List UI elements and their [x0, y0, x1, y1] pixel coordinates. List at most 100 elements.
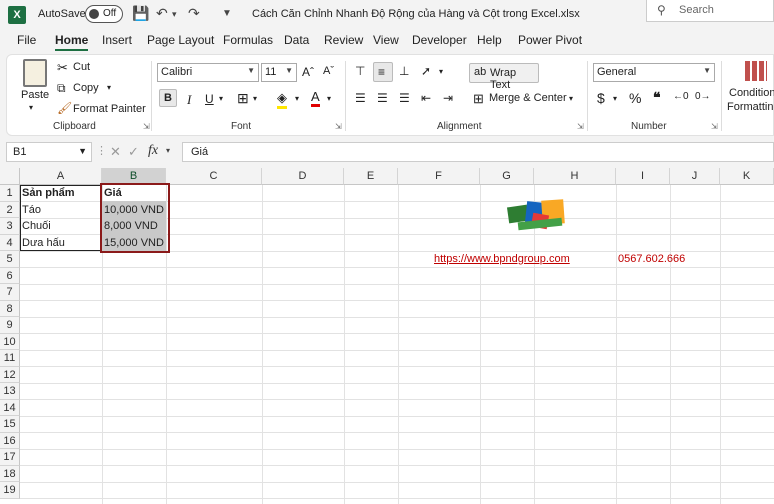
cut-button[interactable]: Cut: [73, 61, 90, 73]
fill-color-icon[interactable]: ◈: [277, 90, 287, 109]
increase-decimal-icon[interactable]: ←0: [673, 91, 689, 102]
cell-a1[interactable]: Sản phẩm: [20, 185, 102, 201]
formula-input[interactable]: Giá: [182, 142, 774, 162]
fill-dropdown-icon[interactable]: ▾: [295, 94, 299, 103]
orientation-icon[interactable]: ➚: [421, 64, 431, 78]
customize-toolbar-icon[interactable]: ▼: [222, 8, 232, 19]
conditional-formatting-icon[interactable]: [745, 61, 767, 81]
align-bottom-icon[interactable]: ⊥: [399, 64, 409, 78]
undo-dropdown-icon[interactable]: ▾: [172, 9, 177, 20]
column-header-i[interactable]: I: [616, 168, 670, 185]
column-header-h[interactable]: H: [534, 168, 616, 185]
decrease-indent-icon[interactable]: ⇤: [421, 91, 431, 105]
column-header-d[interactable]: D: [262, 168, 344, 185]
row-header-16[interactable]: 16: [0, 432, 20, 449]
row-header-14[interactable]: 14: [0, 399, 20, 416]
autosave-toggle[interactable]: Off: [85, 5, 123, 23]
tab-home[interactable]: Home: [55, 33, 89, 51]
column-header-k[interactable]: K: [720, 168, 774, 185]
tab-insert[interactable]: Insert: [102, 33, 132, 47]
align-center-icon[interactable]: ☰: [377, 91, 388, 105]
row-header-10[interactable]: 10: [0, 333, 20, 350]
chevron-down-icon[interactable]: ▾: [166, 146, 170, 155]
undo-icon[interactable]: ↶: [156, 5, 168, 22]
underline-dropdown-icon[interactable]: ▾: [219, 94, 223, 103]
underline-button[interactable]: U: [205, 92, 214, 106]
row-header-17[interactable]: 17: [0, 449, 20, 466]
row-header-3[interactable]: 3: [0, 218, 20, 235]
paste-dropdown-icon[interactable]: ▾: [29, 103, 33, 112]
tab-file[interactable]: File: [17, 33, 36, 47]
clipboard-launcher-icon[interactable]: ⇲: [143, 122, 150, 131]
copy-button[interactable]: Copy: [73, 82, 99, 94]
increase-font-icon[interactable]: Aˆ: [302, 65, 314, 79]
row-header-5[interactable]: 5: [0, 251, 20, 268]
font-size-select[interactable]: 11 ▼: [261, 63, 297, 82]
orientation-dropdown-icon[interactable]: ▾: [439, 67, 443, 76]
copy-dropdown-icon[interactable]: ▾: [107, 83, 111, 92]
cancel-icon[interactable]: ✕: [110, 144, 121, 160]
align-top-icon[interactable]: ⊤: [355, 64, 365, 78]
tab-developer[interactable]: Developer: [412, 33, 467, 47]
row-header-4[interactable]: 4: [0, 234, 20, 251]
website-link[interactable]: https://www.bpndgroup.com: [432, 251, 570, 267]
alignment-launcher-icon[interactable]: ⇲: [577, 122, 584, 131]
tab-data[interactable]: Data: [284, 33, 309, 47]
tab-help[interactable]: Help: [477, 33, 502, 47]
cell-a3[interactable]: Chuối: [20, 218, 102, 234]
row-header-11[interactable]: 11: [0, 350, 20, 367]
conditional-formatting-label-1[interactable]: Condition: [729, 87, 774, 99]
tab-view[interactable]: View: [373, 33, 399, 47]
row-header-19[interactable]: 19: [0, 482, 20, 499]
number-format-select[interactable]: General ▼: [593, 63, 715, 82]
column-header-c[interactable]: C: [166, 168, 262, 185]
column-header-f[interactable]: F: [398, 168, 480, 185]
tab-review[interactable]: Review: [324, 33, 363, 47]
format-painter-button[interactable]: Format Painter: [73, 103, 146, 115]
insert-function-icon[interactable]: fx: [148, 143, 158, 159]
cell-a4[interactable]: Dưa hấu: [20, 235, 102, 251]
percent-icon[interactable]: %: [629, 90, 641, 106]
column-header-e[interactable]: E: [344, 168, 398, 185]
row-header-2[interactable]: 2: [0, 201, 20, 218]
decrease-decimal-icon[interactable]: 0→: [695, 91, 711, 102]
currency-icon[interactable]: $: [597, 90, 605, 106]
worksheet-grid[interactable]: A B C D E F G H I J K 1 2 3 4 5 6 7 8 9 …: [0, 168, 774, 504]
align-middle-button[interactable]: ≡: [373, 62, 393, 82]
cell-a2[interactable]: Táo: [20, 202, 102, 218]
font-color-icon[interactable]: A: [311, 89, 320, 107]
font-name-select[interactable]: Calibri ▼: [157, 63, 259, 82]
merge-center-button[interactable]: Merge & Center: [489, 92, 567, 104]
name-box[interactable]: B1 ▼: [6, 142, 92, 162]
column-header-g[interactable]: G: [480, 168, 534, 185]
comma-style-icon[interactable]: ❝: [653, 89, 661, 106]
phone-number[interactable]: 0567.602.666: [616, 251, 685, 267]
redo-icon[interactable]: ↷: [188, 5, 200, 22]
row-header-18[interactable]: 18: [0, 465, 20, 482]
bold-button[interactable]: B: [159, 89, 177, 107]
font-color-dropdown-icon[interactable]: ▾: [327, 94, 331, 103]
font-launcher-icon[interactable]: ⇲: [335, 122, 342, 131]
italic-button[interactable]: I: [187, 92, 191, 108]
tab-formulas[interactable]: Formulas: [223, 33, 273, 47]
conditional-formatting-label-2[interactable]: Formatting: [727, 101, 774, 113]
row-header-8[interactable]: 8: [0, 300, 20, 317]
row-header-9[interactable]: 9: [0, 317, 20, 334]
row-header-13[interactable]: 13: [0, 383, 20, 400]
search-box[interactable]: ⚲ Search: [646, 0, 774, 22]
tab-page-layout[interactable]: Page Layout: [147, 33, 214, 47]
row-header-1[interactable]: 1: [0, 185, 20, 202]
wrap-text-button[interactable]: ab Wrap Text: [469, 63, 539, 91]
decrease-font-icon[interactable]: Aˇ: [323, 65, 334, 77]
number-launcher-icon[interactable]: ⇲: [711, 122, 718, 131]
row-header-6[interactable]: 6: [0, 267, 20, 284]
row-header-12[interactable]: 12: [0, 366, 20, 383]
select-all-corner[interactable]: [0, 168, 20, 185]
row-header-7[interactable]: 7: [0, 284, 20, 301]
column-header-a[interactable]: A: [20, 168, 102, 185]
align-right-icon[interactable]: ☰: [399, 91, 410, 105]
merge-dropdown-icon[interactable]: ▾: [569, 94, 573, 103]
save-icon[interactable]: 💾: [132, 5, 149, 22]
currency-dropdown-icon[interactable]: ▾: [613, 94, 617, 103]
paste-icon[interactable]: [23, 59, 47, 87]
